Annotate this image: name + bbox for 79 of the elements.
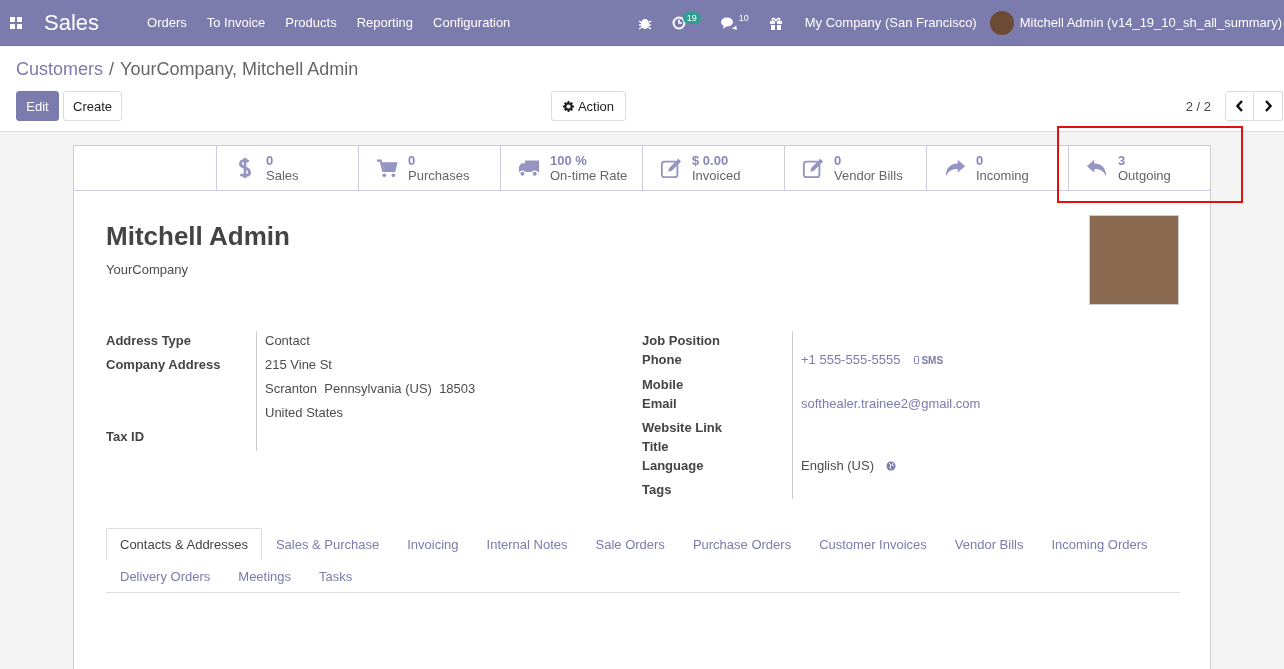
phone-link[interactable]: +1 555-555-5555	[801, 352, 901, 367]
create-button[interactable]: Create	[63, 91, 123, 121]
stat-value: 0	[266, 153, 275, 168]
field-value: Contact	[256, 331, 642, 355]
field-value: United States	[256, 403, 642, 427]
notebook-tab[interactable]: Tasks	[305, 559, 367, 592]
stat-value: 0	[408, 153, 417, 168]
notebook-tab[interactable]: Incoming Orders	[1037, 527, 1162, 560]
notebook-tab[interactable]: Contacts & Addresses	[106, 527, 262, 560]
user-menu[interactable]: Mitchell Admin (v14_19_10_sh_all_summary)	[1019, 15, 1282, 30]
notebook-tab[interactable]: Meetings	[224, 559, 306, 592]
field-label: Job Position	[642, 332, 721, 350]
notebook-tab[interactable]: Purchase Orders	[678, 527, 806, 560]
email-link[interactable]: softhealer.trainee2@gmail.com	[801, 395, 981, 411]
app-title[interactable]: Sales	[44, 9, 100, 36]
field-label: Tags	[642, 480, 673, 499]
breadcrumb-separator: /	[109, 58, 115, 80]
apps-menu-icon[interactable]	[10, 16, 22, 29]
message-count: 10	[738, 12, 749, 23]
mobile-phone-icon	[914, 356, 920, 364]
notebook-tab[interactable]: Sales & Purchase	[261, 527, 394, 560]
field-label: Phone	[642, 351, 683, 369]
activity-count-badge: 19	[682, 11, 701, 24]
chevron-left-icon	[1235, 100, 1244, 112]
menu-item[interactable]: Orders	[137, 15, 197, 30]
stat-value: $ 0.00	[692, 153, 730, 168]
gear-icon	[562, 100, 574, 112]
breadcrumb-link[interactable]: Customers	[16, 58, 104, 80]
company-name: YourCompany	[106, 262, 189, 277]
menu-item[interactable]: To Invoice	[196, 15, 276, 30]
notebook-tab[interactable]: Customer Invoices	[805, 527, 941, 560]
edit-icon	[802, 157, 824, 179]
stat-label: Sales	[266, 168, 299, 183]
field-label: Mobile	[642, 375, 685, 394]
field-label: Website Link	[642, 418, 723, 437]
chevron-right-icon	[1264, 100, 1272, 112]
stat-label: On-time Rate	[550, 168, 628, 183]
menu-item[interactable]: Reporting	[346, 15, 423, 30]
globe-icon	[885, 460, 896, 471]
notebook-tab[interactable]: Delivery Orders	[106, 559, 225, 592]
field-value: English (US)	[801, 457, 874, 473]
sms-button[interactable]: SMS	[914, 350, 944, 370]
stat-label: Incoming	[976, 168, 1029, 183]
cart-icon	[376, 157, 398, 179]
field-label: Address Type	[106, 332, 192, 350]
clock-icon[interactable]	[671, 15, 686, 30]
stat-label: Invoiced	[692, 168, 741, 183]
edit-icon	[660, 157, 682, 179]
stat-value: 0	[834, 153, 843, 168]
field-value: 215 Vine St	[256, 355, 642, 379]
menu-item[interactable]: Products	[275, 15, 347, 30]
gift-icon[interactable]	[768, 15, 783, 30]
menu-item[interactable]: Configuration	[423, 15, 521, 30]
stat-value: 3	[1118, 153, 1127, 168]
stat-label: Vendor Bills	[834, 168, 903, 183]
action-button[interactable]: Action	[551, 91, 627, 121]
edit-button[interactable]: Edit	[16, 91, 59, 121]
pager-value: 2 / 2	[1185, 98, 1211, 114]
stat-value: 0	[976, 153, 985, 168]
next-button[interactable]	[1254, 91, 1283, 121]
breadcrumb-current: YourCompany, Mitchell Admin	[120, 58, 359, 80]
field-label: Language	[642, 456, 705, 475]
notebook-tab[interactable]: Vendor Bills	[940, 527, 1038, 560]
notebook-tab[interactable]: Internal Notes	[472, 527, 582, 560]
field-value: Scranton Pennsylvania (US) 18503	[256, 379, 642, 403]
field-label: Tax ID	[106, 428, 146, 446]
notebook-tab[interactable]: Sale Orders	[581, 527, 679, 560]
notebook-tab[interactable]: Invoicing	[393, 527, 473, 560]
user-avatar	[989, 10, 1014, 35]
chat-bubbles-icon[interactable]	[720, 15, 737, 30]
field-label: Title	[642, 437, 670, 456]
stat-label: Purchases	[408, 168, 470, 183]
company-switcher[interactable]: My Company (San Francisco)	[792, 15, 990, 30]
partner-name: Mitchell Admin	[106, 221, 291, 253]
stat-label: Outgoing	[1118, 168, 1171, 183]
previous-button[interactable]	[1225, 91, 1254, 121]
field-label: Email	[642, 394, 678, 413]
stat-value: 100 %	[550, 153, 588, 168]
field-label: Company Address	[106, 356, 222, 374]
